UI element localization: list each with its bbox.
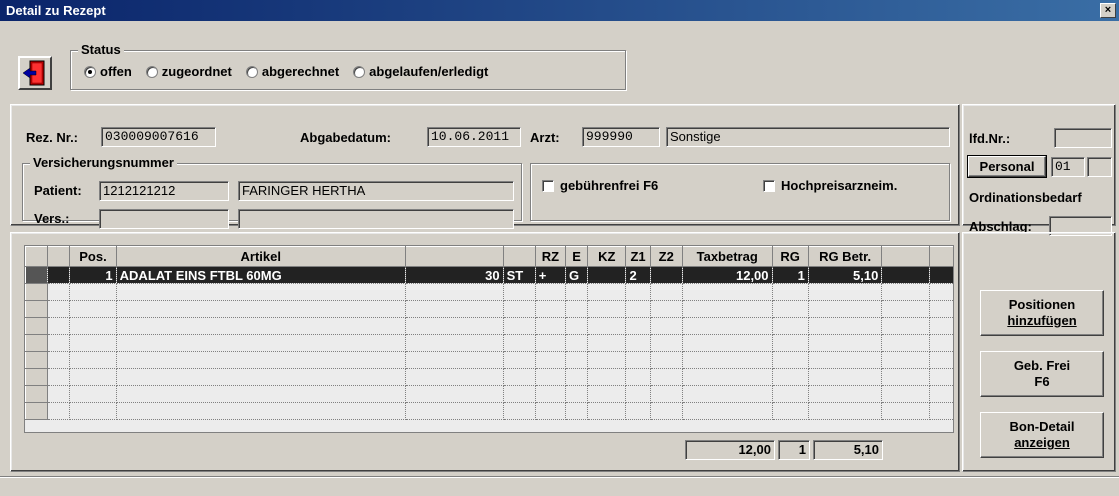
cell-rg: 1 (772, 266, 809, 284)
personal-value2-field[interactable] (1087, 157, 1112, 177)
status-bar (0, 476, 1119, 496)
personal-button[interactable]: Personal (967, 155, 1047, 178)
row-header[interactable] (25, 385, 49, 403)
header-rg[interactable]: RG (771, 246, 809, 267)
row-header[interactable] (25, 402, 49, 420)
rez-nr-field[interactable]: 030009007616 (101, 127, 216, 147)
ordinationsbedarf-label: Ordinationsbedarf (969, 190, 1082, 205)
header-taxbetrag[interactable]: Taxbetrag (681, 246, 773, 267)
header-cell[interactable] (404, 246, 504, 267)
header-kz[interactable]: KZ (587, 246, 627, 267)
patient-label: Patient: (34, 183, 82, 198)
header-cell[interactable] (881, 246, 930, 267)
abgabedatum-field[interactable]: 10.06.2011 (427, 127, 521, 147)
personal-value-field[interactable]: 01 (1051, 157, 1085, 177)
window-title-bar: Detail zu Rezept (0, 0, 1119, 21)
row-header[interactable] (25, 300, 49, 318)
table-row[interactable] (25, 385, 953, 403)
cell-z2 (650, 266, 683, 284)
close-button[interactable]: × (1100, 3, 1116, 18)
status-radio-offen[interactable]: offen (84, 64, 132, 79)
header-rz[interactable]: RZ (534, 246, 567, 267)
close-icon: × (1104, 4, 1112, 16)
cell-einheit: ST (503, 266, 536, 284)
versicherung-group-title: Versicherungsnummer (30, 155, 177, 170)
header-z2[interactable]: Z2 (649, 246, 683, 267)
table-row[interactable] (25, 402, 953, 420)
header-cell (25, 246, 49, 267)
hochpreis-checkbox[interactable]: Hochpreisarzneim. (763, 178, 897, 193)
header-e[interactable]: E (565, 246, 589, 267)
cell (929, 266, 953, 284)
cell-taxbetrag: 12,00 (682, 266, 773, 284)
lfd-nr-field[interactable] (1054, 128, 1112, 148)
header-z1[interactable]: Z1 (625, 246, 651, 267)
patient-name-field[interactable]: FARINGER HERTHA (238, 181, 514, 201)
total-rg-betr-field: 5,10 (813, 440, 883, 460)
table-header-row: Pos. Artikel RZ E KZ Z1 Z2 Taxbetrag RG … (25, 246, 953, 267)
exit-door-button[interactable] (18, 56, 52, 90)
header-cell[interactable] (502, 246, 536, 267)
row-header[interactable] (25, 283, 49, 301)
total-taxbetrag-field: 12,00 (685, 440, 775, 460)
bon-detail-anzeigen-button[interactable]: Bon-Detail anzeigen (980, 412, 1104, 458)
vers-label: Vers.: (34, 211, 70, 226)
cell-kz (587, 266, 627, 284)
row-header[interactable] (25, 334, 49, 352)
gebuehrenfrei-checkbox[interactable]: gebührenfrei F6 (542, 178, 658, 193)
status-radio-abgelaufen[interactable]: abgelaufen/erledigt (353, 64, 488, 79)
lfd-nr-label: lfd.Nr.: (969, 131, 1011, 146)
total-rg-field: 1 (778, 440, 810, 460)
cell-menge: 30 (405, 266, 504, 284)
table-row[interactable] (25, 334, 953, 352)
vers-nr-field[interactable] (99, 209, 229, 229)
checkbox-indicator (763, 179, 775, 192)
table-row[interactable] (25, 300, 953, 318)
header-rg-betr[interactable]: RG Betr. (807, 246, 883, 267)
geb-frei-f6-button[interactable]: Geb. Frei F6 (980, 351, 1104, 397)
row-header[interactable] (25, 317, 49, 335)
exit-door-icon (22, 60, 45, 86)
row-header[interactable] (25, 266, 49, 284)
radio-indicator (145, 65, 158, 78)
arzt-name-field[interactable]: Sonstige (666, 127, 950, 147)
header-artikel[interactable]: Artikel (115, 246, 406, 267)
positions-table: Pos. Artikel RZ E KZ Z1 Z2 Taxbetrag RG … (25, 246, 953, 420)
cell-artikel: ADALAT EINS FTBL 60MG (116, 266, 406, 284)
window-title: Detail zu Rezept (6, 3, 106, 18)
table-row[interactable]: 1 ADALAT EINS FTBL 60MG 30 ST + G 2 12,0… (25, 266, 953, 284)
cell-rg-betr: 5,10 (808, 266, 883, 284)
arzt-label: Arzt: (530, 130, 560, 145)
arzt-nr-field[interactable]: 999990 (582, 127, 660, 147)
cell (47, 266, 71, 284)
header-cell (47, 246, 71, 267)
radio-indicator (353, 65, 366, 78)
radio-indicator (245, 65, 258, 78)
vers-name-field[interactable] (238, 209, 514, 229)
checkbox-indicator (542, 179, 554, 192)
status-radio-zugeordnet[interactable]: zugeordnet (145, 64, 232, 79)
status-radio-row: offen zugeordnet abgerechnet abgelaufen/… (84, 64, 488, 79)
patient-nr-field[interactable]: 1212121212 (99, 181, 229, 201)
abgabedatum-label: Abgabedatum: (300, 130, 391, 145)
table-row[interactable] (25, 317, 953, 335)
header-cell[interactable] (928, 246, 953, 267)
radio-indicator (84, 65, 96, 78)
positions-grid: Pos. Artikel RZ E KZ Z1 Z2 Taxbetrag RG … (24, 245, 954, 433)
table-row[interactable] (25, 283, 953, 301)
status-group-title: Status (78, 42, 124, 57)
cell (881, 266, 930, 284)
cell-rz: + (535, 266, 567, 284)
status-radio-abgerechnet[interactable]: abgerechnet (245, 64, 339, 79)
cell-z1: 2 (625, 266, 651, 284)
positionen-hinzufuegen-button[interactable]: Positionen hinzufügen (980, 290, 1104, 336)
rez-nr-label: Rez. Nr.: (26, 130, 79, 145)
cell-pos: 1 (69, 266, 117, 284)
row-header[interactable] (25, 351, 49, 369)
table-row[interactable] (25, 351, 953, 369)
table-row[interactable] (25, 368, 953, 386)
row-header[interactable] (25, 368, 49, 386)
cell-e: G (565, 266, 589, 284)
header-pos[interactable]: Pos. (69, 246, 117, 267)
